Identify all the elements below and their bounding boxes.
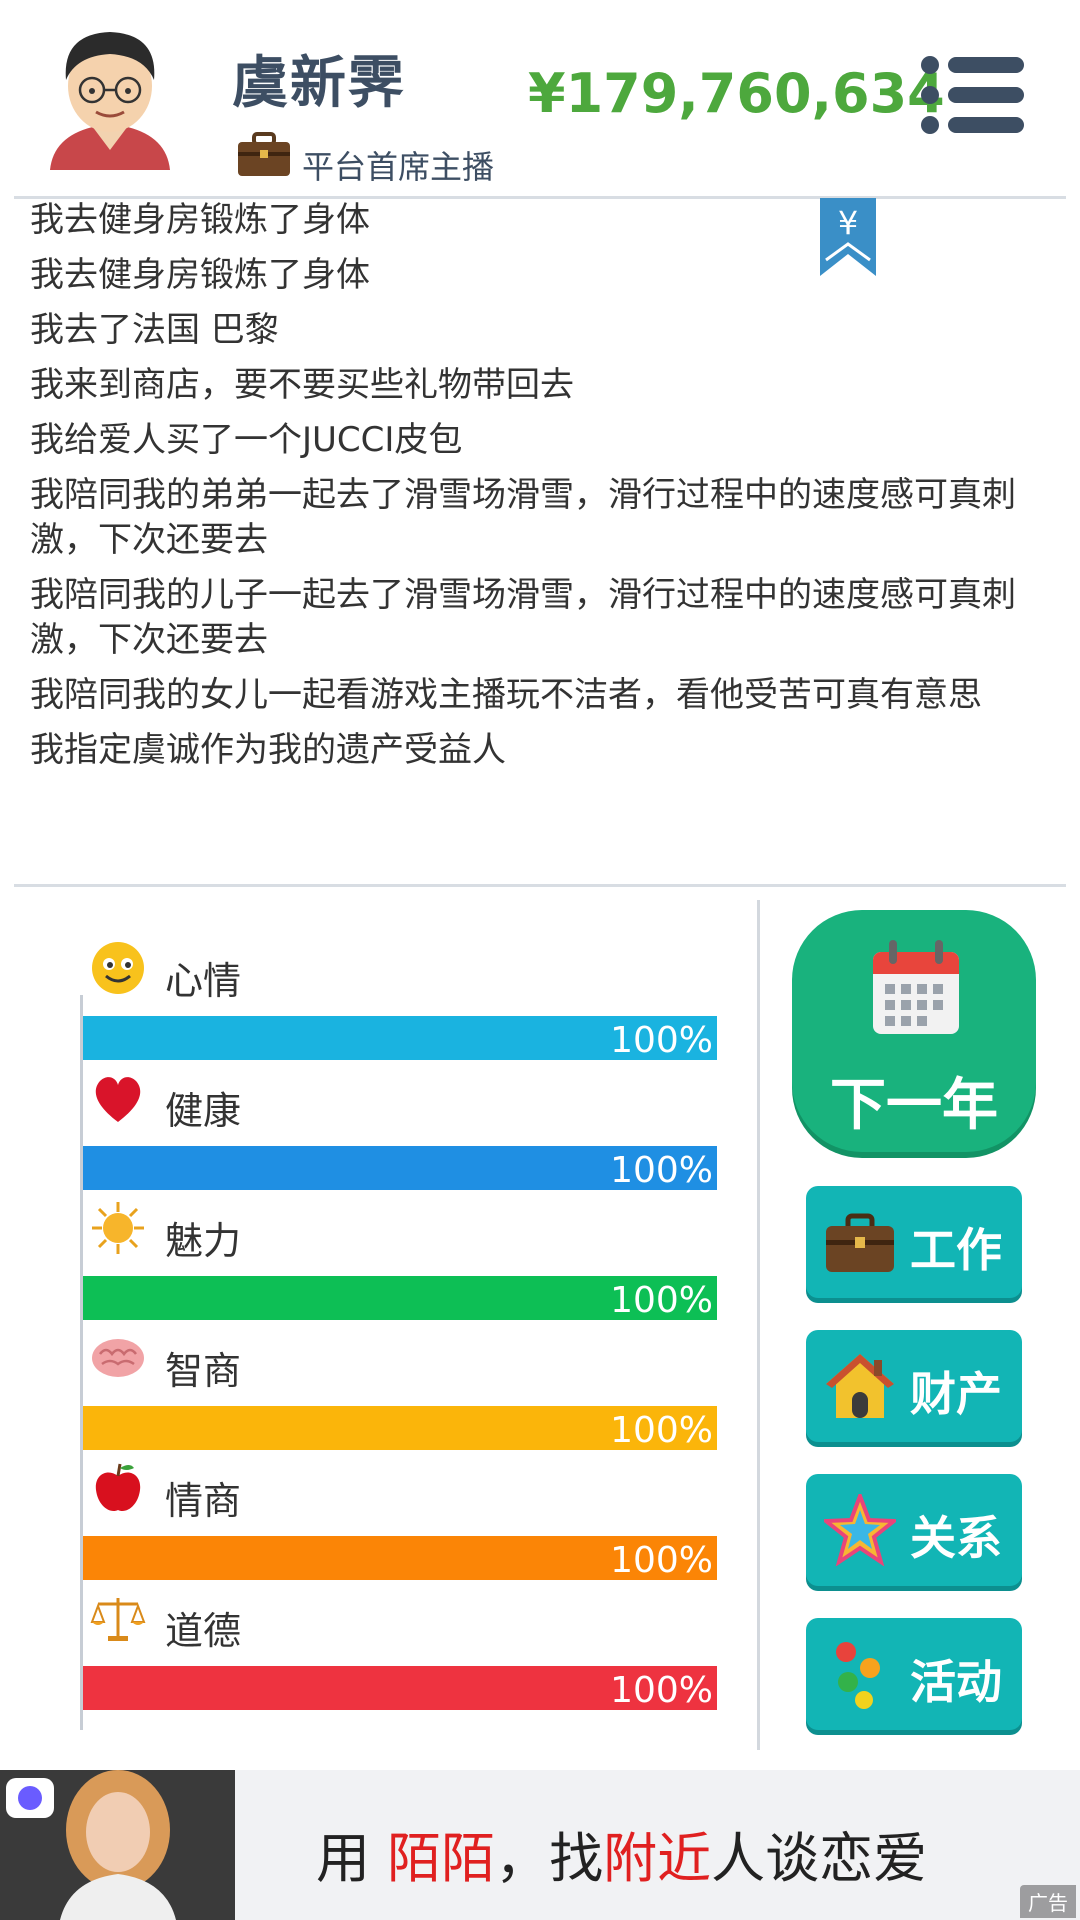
stat-bar: 100%	[83, 1146, 717, 1190]
panel-divider	[757, 900, 760, 1750]
stat-value: 100%	[610, 1670, 713, 1710]
stat-label: 心情	[165, 959, 242, 1003]
stat-label: 情商	[165, 1479, 242, 1523]
activities-button[interactable]: 活动	[806, 1618, 1022, 1730]
stats-axis-line	[80, 995, 83, 1730]
log-line: 我陪同我的女儿一起看游戏主播玩不洁者，看他受苦可真有意思	[30, 675, 982, 715]
briefcase-icon	[826, 1213, 894, 1272]
stat-value: 100%	[610, 1540, 713, 1580]
house-icon	[826, 1354, 894, 1418]
bookmark-icon[interactable]: ¥	[820, 198, 876, 276]
stat-bar: 100%	[83, 1666, 717, 1710]
ad-text-part: ，找	[495, 1827, 604, 1890]
relations-button[interactable]: 关系	[806, 1474, 1022, 1586]
bookmark-symbol: ¥	[838, 204, 858, 242]
stat-label: 智商	[165, 1349, 242, 1393]
job-title: 平台首席主播	[302, 148, 495, 186]
ad-photo	[0, 1770, 235, 1920]
ad-tag: 广告	[1020, 1885, 1076, 1918]
stat-value: 100%	[610, 1410, 713, 1450]
assets-button[interactable]: 财产	[806, 1330, 1022, 1442]
log-line: 我陪同我的弟弟一起去了滑雪场滑雪，滑行过程中的速度感可真刺激，下次还要去	[30, 475, 1016, 560]
event-log: 我去健身房锻炼了身体 我去健身房锻炼了身体 我去了法国 巴黎 我来到商店，要不要买些礼…	[30, 198, 1020, 783]
next-year-label: 下一年	[830, 1073, 998, 1138]
ad-text-part: 用	[316, 1827, 388, 1890]
work-label: 工作	[910, 1223, 1002, 1277]
smiley-icon	[92, 942, 144, 994]
log-line: 我来到商店，要不要买些礼物带回去	[30, 365, 574, 405]
log-divider	[14, 884, 1066, 887]
work-button[interactable]: 工作	[806, 1186, 1022, 1298]
apple-icon	[95, 1463, 141, 1512]
activities-label: 活动	[910, 1655, 1002, 1709]
menu-icon[interactable]	[920, 55, 1026, 135]
stat-bar: 100%	[83, 1276, 717, 1320]
player-avatar[interactable]	[40, 20, 180, 175]
stat-bar: 100%	[83, 1406, 717, 1450]
log-line: 我去了法国 巴黎	[30, 310, 279, 350]
scales-icon	[90, 1598, 146, 1641]
calendar-icon	[873, 940, 959, 1034]
brain-icon	[92, 1339, 144, 1377]
ad-text: 用 陌陌，找附近人谈恋爱	[316, 1814, 927, 1893]
ad-text-brand: 陌陌	[387, 1827, 496, 1890]
stat-value: 100%	[610, 1280, 713, 1320]
assets-label: 财产	[910, 1367, 1002, 1421]
stat-label: 魅力	[165, 1219, 242, 1263]
money-display: ¥179,760,634	[528, 62, 945, 125]
stat-bar: 100%	[83, 1016, 717, 1060]
stat-value: 100%	[610, 1020, 713, 1060]
heart-icon	[95, 1077, 141, 1122]
log-line: 我给爱人买了一个JUCCI皮包	[30, 420, 463, 460]
sun-icon	[92, 1202, 144, 1254]
relations-label: 关系	[910, 1511, 1002, 1565]
stat-value: 100%	[610, 1150, 713, 1190]
log-line: 我指定虞诚作为我的遗产受益人	[30, 730, 506, 770]
stat-bar: 100%	[83, 1536, 717, 1580]
log-line: 我陪同我的儿子一起去了滑雪场滑雪，滑行过程中的速度感可真刺激，下次还要去	[30, 575, 1016, 660]
star-icon	[824, 1494, 896, 1566]
player-name: 虞新霁	[232, 51, 406, 116]
ad-banner[interactable]: 用 陌陌，找附近人谈恋爱 广告	[0, 1770, 1080, 1920]
briefcase-icon	[238, 132, 290, 176]
ad-text-part: 人谈恋爱	[711, 1827, 928, 1890]
stat-label: 健康	[165, 1089, 242, 1133]
activities-icon	[836, 1642, 880, 1709]
stat-label: 道德	[165, 1609, 242, 1653]
ad-text-highlight: 附近	[603, 1827, 712, 1890]
next-year-button[interactable]: 下一年	[792, 910, 1036, 1152]
